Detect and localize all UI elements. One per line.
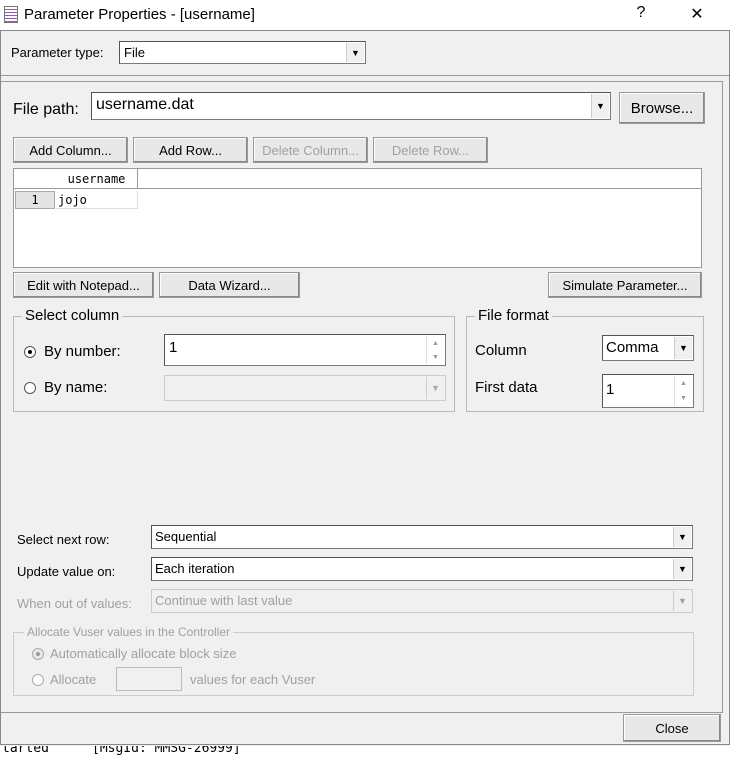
select-next-row-value: Sequential: [155, 529, 217, 544]
chevron-down-icon: ▼: [673, 591, 691, 611]
chevron-down-icon: ▼: [673, 527, 691, 547]
by-number-radio[interactable]: [24, 346, 36, 358]
delete-row-button[interactable]: Delete Row...: [373, 137, 488, 163]
parameter-type-value: File: [124, 45, 145, 60]
add-row-button[interactable]: Add Row...: [133, 137, 248, 163]
simulate-parameter-button[interactable]: Simulate Parameter...: [548, 272, 702, 298]
edit-with-notepad-button[interactable]: Edit with Notepad...: [13, 272, 154, 298]
column-format-label: Column: [475, 342, 527, 359]
file-format-group: File format Column Comma ▼ First data 1 …: [466, 307, 704, 412]
out-of-values-select[interactable]: Continue with last value ▼: [151, 589, 693, 613]
by-number-label: By number:: [44, 343, 121, 360]
chevron-down-icon: ▼: [426, 377, 444, 399]
spinner-arrows-icon[interactable]: ▲ ▼: [674, 376, 692, 406]
file-path-label: File path:: [13, 101, 79, 118]
background-log-msgid: [MsgId: MMSG-26999]: [92, 746, 241, 756]
file-path-input[interactable]: username.dat ▼: [91, 92, 611, 120]
close-button[interactable]: Close: [623, 714, 721, 742]
app-icon: [4, 6, 18, 23]
add-column-button[interactable]: Add Column...: [13, 137, 128, 163]
by-name-select[interactable]: ▼: [164, 375, 446, 401]
help-button[interactable]: ?: [626, 4, 656, 22]
background-log-text: tarted: [2, 746, 49, 756]
select-column-title: Select column: [22, 307, 123, 324]
allocate-suffix-label: values for each Vuser: [190, 672, 316, 687]
first-data-value: 1: [606, 381, 615, 398]
parameter-type-select[interactable]: File ▼: [119, 41, 366, 64]
background-log: tarted [MsgId: MMSG-26999]: [0, 746, 730, 760]
by-number-input[interactable]: 1 ▲ ▼: [164, 334, 446, 366]
by-name-label: By name:: [44, 379, 108, 396]
out-of-values-label: When out of values:: [17, 596, 132, 611]
allocate-count-input[interactable]: [116, 667, 182, 691]
select-next-row-label: Select next row:: [17, 532, 110, 547]
chevron-down-icon: ▼: [674, 337, 692, 359]
title-bar: Parameter Properties - [username] ? ✕: [0, 0, 730, 30]
close-window-button[interactable]: ✕: [682, 4, 712, 24]
file-path-value: username.dat: [96, 96, 194, 113]
window-title: Parameter Properties - [username]: [24, 6, 255, 23]
data-table: username 1 jojo: [13, 168, 702, 268]
first-data-input[interactable]: 1 ▲ ▼: [602, 374, 694, 408]
first-data-label: First data: [475, 379, 538, 396]
by-name-radio[interactable]: [24, 382, 36, 394]
column-format-select[interactable]: Comma ▼: [602, 335, 694, 361]
main-panel: File path: username.dat ▼ Browse... Add …: [1, 81, 723, 713]
out-of-values-value: Continue with last value: [155, 593, 293, 608]
row-number[interactable]: 1: [15, 191, 55, 209]
auto-allocate-label: Automatically allocate block size: [50, 646, 237, 661]
column-format-value: Comma: [606, 339, 659, 356]
chevron-down-icon: ▼: [346, 43, 364, 62]
select-next-row-select[interactable]: Sequential ▼: [151, 525, 693, 549]
table-cell[interactable]: jojo: [56, 191, 138, 209]
data-wizard-button[interactable]: Data Wizard...: [159, 272, 300, 298]
allocate-title: Allocate Vuser values in the Controller: [24, 625, 233, 639]
update-value-on-label: Update value on:: [17, 564, 116, 579]
browse-button[interactable]: Browse...: [619, 92, 705, 124]
auto-allocate-radio[interactable]: [32, 648, 44, 660]
spinner-arrows-icon[interactable]: ▲ ▼: [426, 336, 444, 364]
parameter-type-label: Parameter type:: [11, 45, 104, 60]
chevron-down-icon: ▼: [591, 94, 609, 118]
file-format-title: File format: [475, 307, 552, 324]
allocate-radio[interactable]: [32, 674, 44, 686]
update-value-on-select[interactable]: Each iteration ▼: [151, 557, 693, 581]
dialog-body: Parameter type: File ▼ File path: userna…: [0, 30, 730, 745]
column-header[interactable]: username: [56, 169, 138, 189]
allocate-group: Allocate Vuser values in the Controller …: [13, 625, 694, 696]
chevron-down-icon: ▼: [673, 559, 691, 579]
allocate-label: Allocate: [50, 672, 97, 687]
update-value-on-value: Each iteration: [155, 561, 235, 576]
select-column-group: Select column By number: 1 ▲ ▼ By name: ▼: [13, 307, 455, 412]
by-number-value: 1: [169, 339, 178, 356]
delete-column-button[interactable]: Delete Column...: [253, 137, 368, 163]
